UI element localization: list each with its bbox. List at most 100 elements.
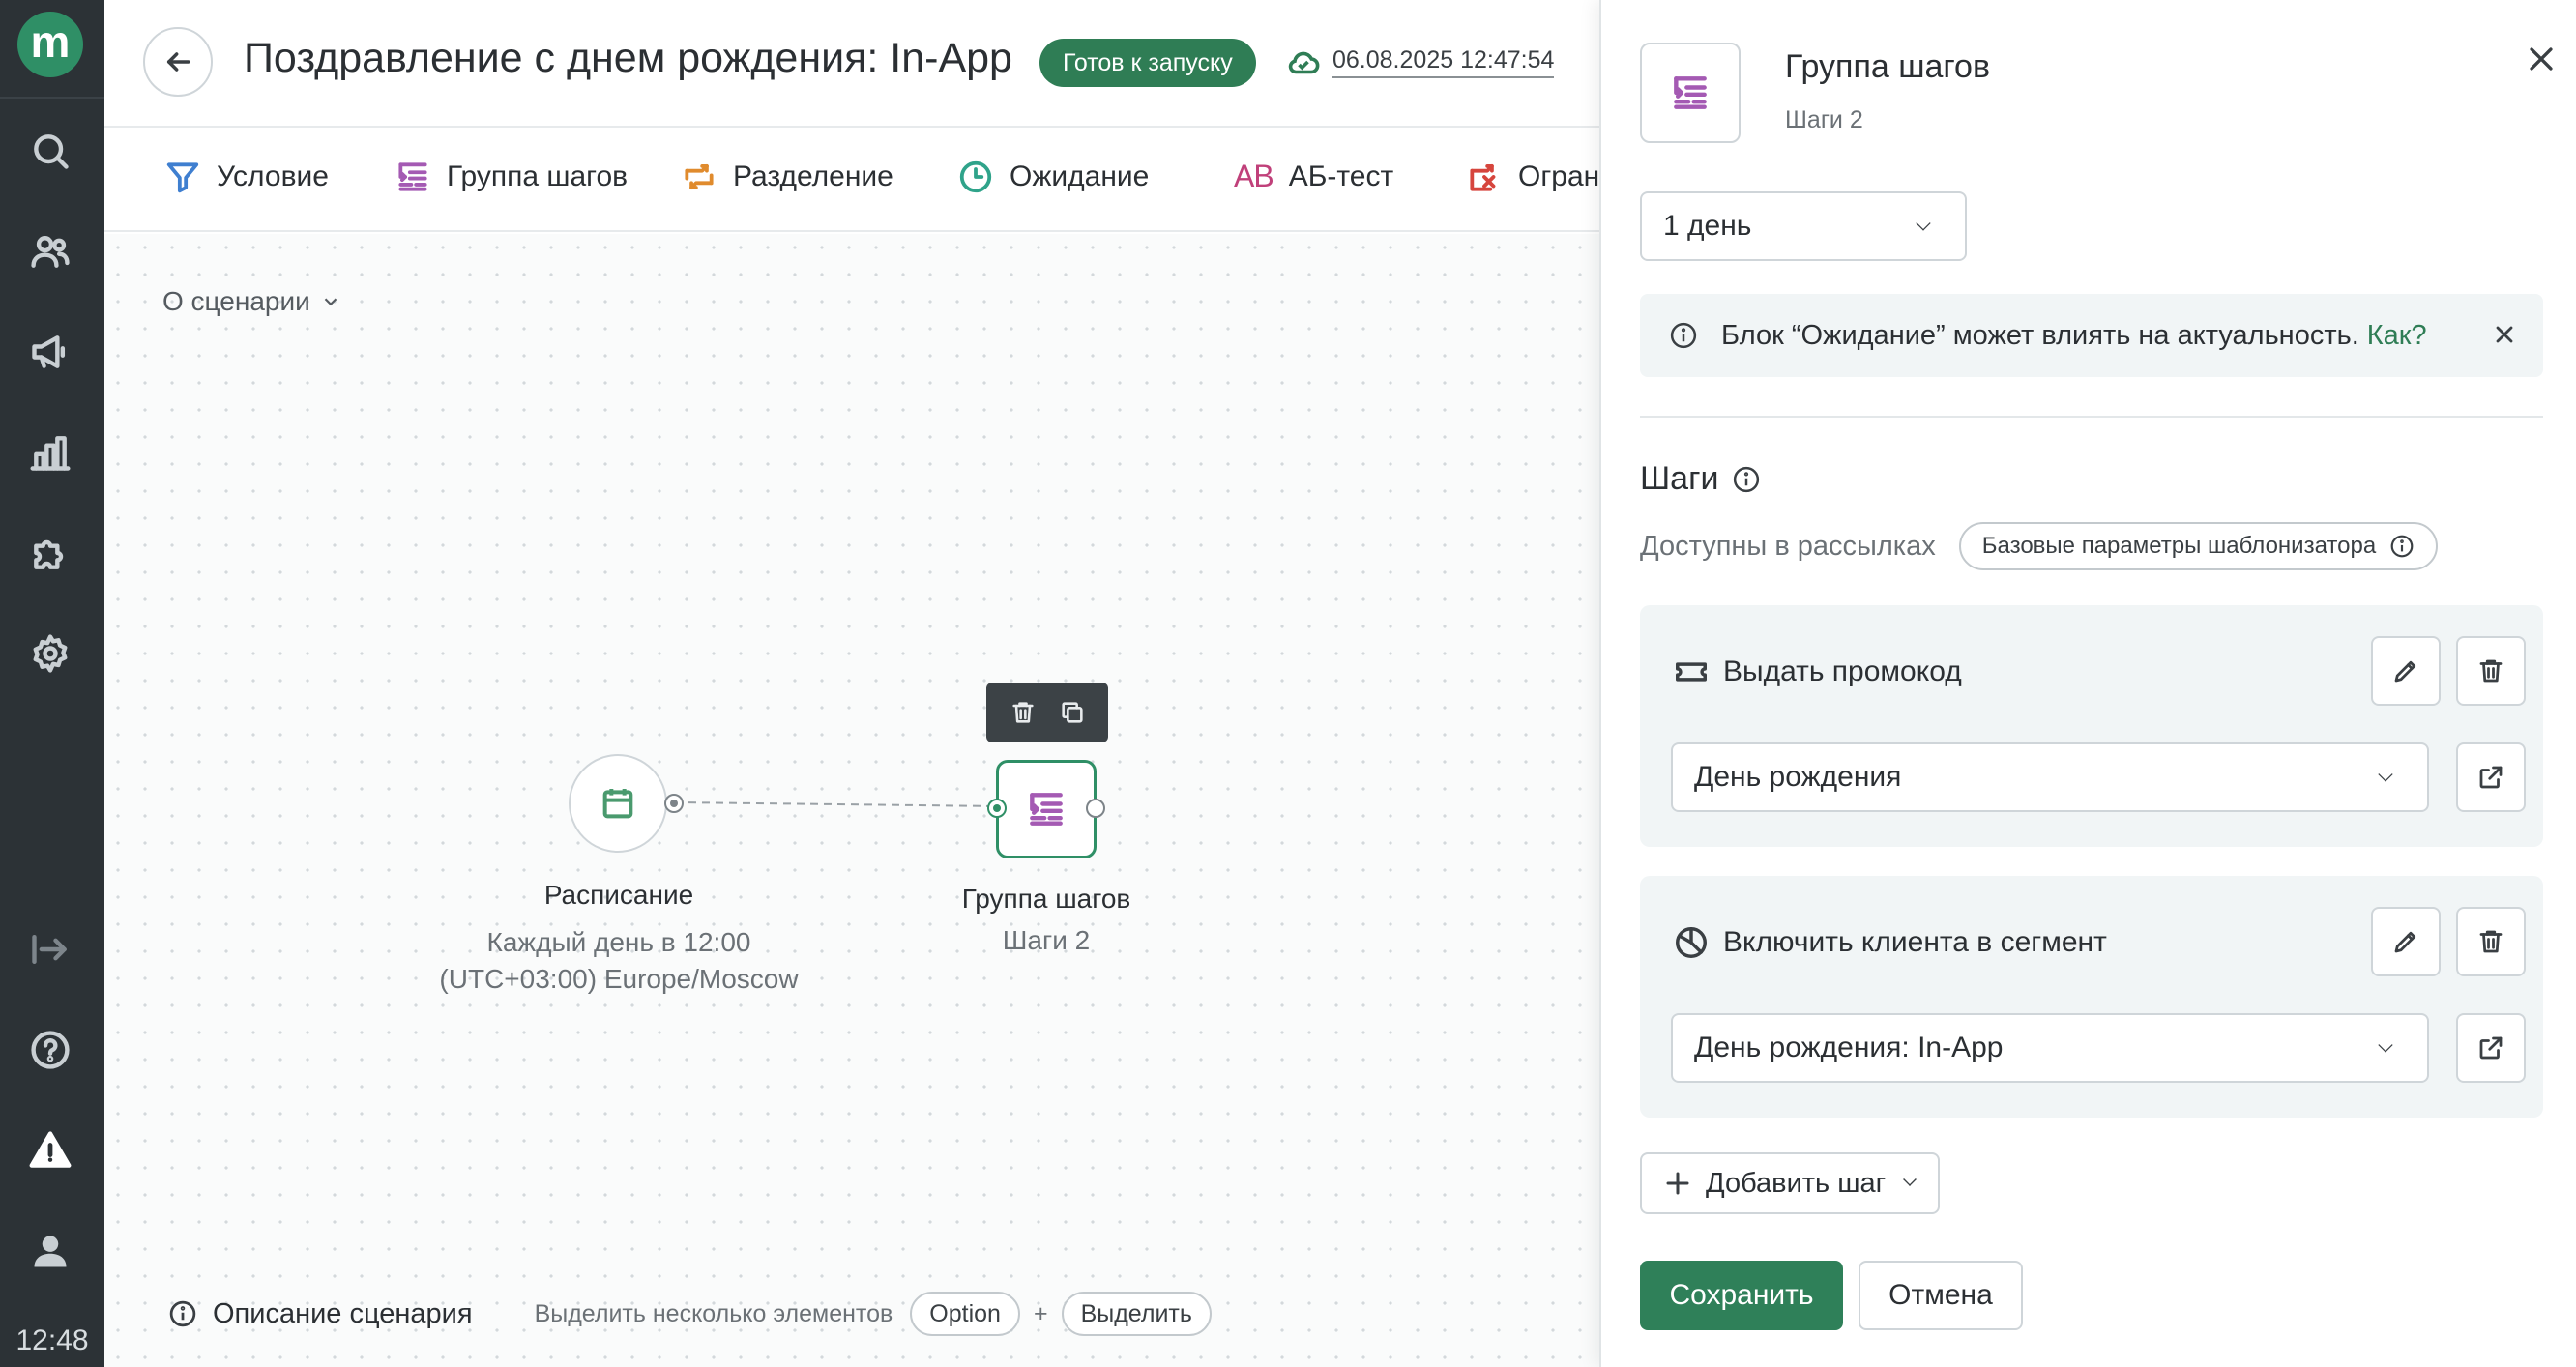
users-icon[interactable] <box>23 224 77 278</box>
option-key-chip: Option <box>910 1292 1020 1336</box>
steps-group-icon <box>1674 76 1707 109</box>
add-step-button[interactable]: Добавить шаг <box>1640 1152 1941 1214</box>
delete-step-button[interactable] <box>2456 636 2526 706</box>
step-value-select[interactable]: День рождения <box>1671 742 2429 812</box>
back-button[interactable] <box>143 27 213 97</box>
tool-wait[interactable]: Ожидание <box>957 159 1149 195</box>
open-external-button[interactable] <box>2456 742 2526 812</box>
split-icon <box>685 164 714 189</box>
trash-icon <box>2479 659 2503 683</box>
help-icon[interactable] <box>23 1023 77 1077</box>
step-value-select[interactable]: День рождения: In-App <box>1671 1013 2429 1083</box>
tool-ab-test[interactable]: AB АБ-тест <box>1234 159 1393 194</box>
about-label: О сценарии <box>162 286 310 316</box>
plus-separator: + <box>1033 1299 1048 1327</box>
block-toolbar: Условие Группа шагов Разделение Ожидание… <box>104 130 1599 232</box>
chevron-down-icon <box>324 298 337 306</box>
steps-group-input-port[interactable] <box>987 799 1007 818</box>
integrations-icon[interactable] <box>23 526 77 580</box>
page-title: Поздравление с днем рождения: In-App <box>244 35 1012 81</box>
calendar-icon <box>602 789 633 819</box>
step-card: Включить клиента в сегмент День рождения… <box>1640 876 2543 1118</box>
canvas-bottom-bar: Описание сценария Выделить несколько эле… <box>168 1292 1212 1336</box>
delete-step-button[interactable] <box>2456 907 2526 976</box>
cancel-button[interactable]: Отмена <box>1859 1261 2023 1330</box>
steps-heading-text: Шаги <box>1640 460 1719 497</box>
ticket-icon <box>1676 662 1707 682</box>
schedule-node[interactable] <box>569 754 667 853</box>
available-in-mailings: Доступны в рассылках Базовые параметры ш… <box>1640 522 2439 570</box>
alert-how-link[interactable]: Как? <box>2367 320 2427 352</box>
save-button[interactable]: Сохранить <box>1640 1261 1843 1330</box>
steps-group-node[interactable] <box>996 760 1097 858</box>
search-icon[interactable] <box>23 124 77 178</box>
chevron-down-icon <box>2378 1037 2393 1053</box>
edit-step-button[interactable] <box>2371 636 2441 706</box>
template-params-chip[interactable]: Базовые параметры шаблонизатора <box>1958 522 2439 570</box>
add-step-label: Добавить шаг <box>1706 1167 1887 1199</box>
panel-divider <box>1640 416 2543 418</box>
schedule-output-port[interactable] <box>664 794 684 813</box>
scenario-description-link[interactable]: Описание сценария <box>213 1298 473 1330</box>
template-params-text: Базовые параметры шаблонизатора <box>1981 533 2377 559</box>
tool-split[interactable]: Разделение <box>681 159 893 195</box>
steps-group-node-subtitle: Шаги 2 <box>1002 925 1091 955</box>
tool-condition[interactable]: Условие <box>164 159 329 195</box>
wait-alert: Блок “Ожидание” может влиять на актуальн… <box>1640 294 2543 377</box>
tool-label: Разделение <box>733 160 893 192</box>
steps-group-icon <box>398 162 427 191</box>
close-icon <box>2530 47 2553 71</box>
app-logo[interactable]: m <box>17 12 83 77</box>
steps-heading: Шаги <box>1640 460 1761 498</box>
step-value: День рождения: In-App <box>1694 1032 2004 1063</box>
scenario-canvas[interactable]: О сценарии Расписание Каждый день в 12:0… <box>104 234 1599 1367</box>
ab-icon: AB <box>1234 159 1274 193</box>
expand-sidebar-icon[interactable] <box>23 922 77 976</box>
open-external-button[interactable] <box>2456 1013 2526 1083</box>
copy-icon[interactable] <box>1059 699 1086 726</box>
arrow-left-icon <box>166 52 190 72</box>
block-settings-panel: Группа шагов Шаги 2 1 день Блок “Ожидани… <box>1599 0 2576 1367</box>
info-icon <box>2390 535 2414 558</box>
pencil-icon <box>2394 931 2416 953</box>
steps-group-output-port[interactable] <box>1086 799 1105 818</box>
header: Поздравление с днем рождения: In-App Гот… <box>104 0 1599 128</box>
warning-icon[interactable] <box>23 1123 77 1178</box>
info-icon <box>169 1300 196 1327</box>
left-rail: m 12:48 <box>0 0 104 1367</box>
available-label: Доступны в рассылках <box>1640 530 1936 562</box>
chevron-down-icon <box>1903 1173 1917 1186</box>
connection-line <box>674 801 1000 807</box>
megaphone-icon[interactable] <box>23 325 77 379</box>
settings-icon[interactable] <box>23 626 77 681</box>
steps-group-icon <box>1030 793 1063 826</box>
trash-icon[interactable] <box>1010 699 1037 726</box>
schedule-node-details: Каждый день в 12:00 (UTC+03:00) Europe/M… <box>425 911 812 998</box>
schedule-node-line2: (UTC+03:00) Europe/Moscow <box>439 964 799 994</box>
tool-label: Условие <box>217 160 329 192</box>
external-link-icon <box>2479 1036 2503 1060</box>
close-icon[interactable] <box>2491 321 2518 348</box>
profile-icon[interactable] <box>23 1224 77 1278</box>
about-scenario-dropdown[interactable]: О сценарии <box>162 286 341 317</box>
saved-timestamp[interactable]: 06.08.2025 12:47:54 <box>1332 46 1555 78</box>
panel-close-button[interactable] <box>2525 43 2558 75</box>
schedule-node-line1: Каждый день в 12:00 <box>486 927 751 957</box>
panel-subtitle[interactable]: Шаги 2 <box>1785 106 1863 134</box>
tool-limit[interactable]: Ограни <box>1466 159 1599 195</box>
info-icon <box>1670 322 1697 349</box>
chevron-down-icon <box>1916 216 1931 231</box>
edit-step-button[interactable] <box>2371 907 2441 976</box>
tool-steps-group[interactable]: Группа шагов <box>395 159 628 195</box>
step-card: Выдать промокод День рождения <box>1640 605 2543 847</box>
status-badge: Готов к запуску <box>1039 39 1256 87</box>
cloud-check-icon <box>1288 51 1320 74</box>
step-header: Выдать промокод <box>1673 654 1962 690</box>
clock-icon <box>959 160 992 193</box>
wait-duration-select[interactable]: 1 день <box>1640 191 1967 261</box>
tool-label: Ожидание <box>1010 160 1150 192</box>
info-icon[interactable] <box>1732 465 1761 494</box>
schedule-node-label: Расписание <box>522 880 716 911</box>
analytics-icon[interactable] <box>23 425 77 480</box>
external-link-icon <box>2479 766 2503 789</box>
